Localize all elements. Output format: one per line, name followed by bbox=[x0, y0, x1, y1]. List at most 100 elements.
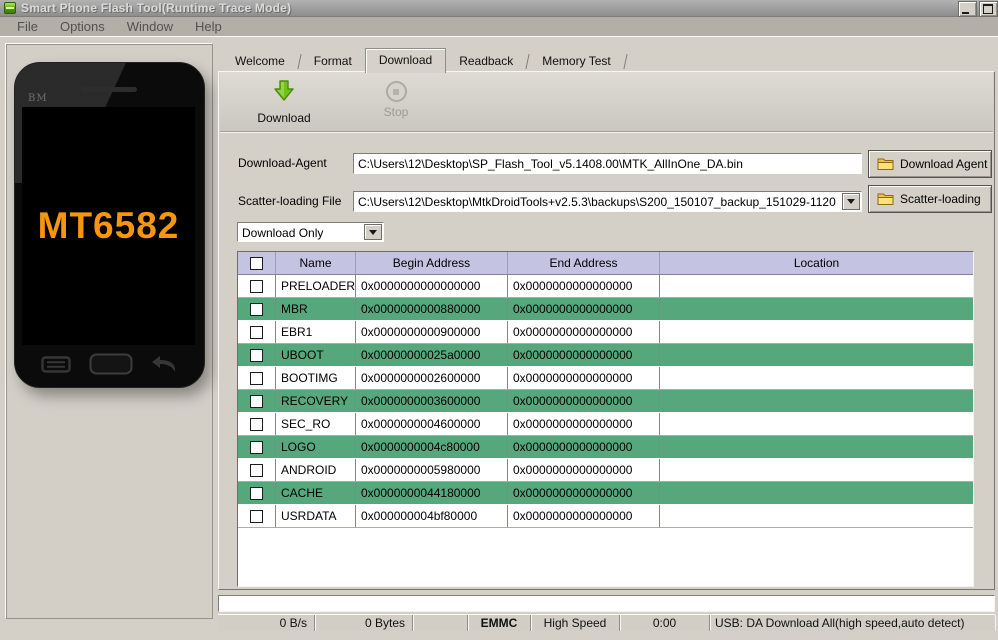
phone-speaker bbox=[81, 87, 137, 92]
status-bytes: 0 Bytes bbox=[315, 615, 413, 631]
download-agent-label: Download-Agent bbox=[238, 156, 327, 170]
location-cell[interactable] bbox=[660, 390, 973, 412]
column-header-begin-address[interactable]: Begin Address bbox=[356, 252, 508, 274]
location-cell[interactable] bbox=[660, 459, 973, 481]
row-checkbox[interactable] bbox=[250, 279, 263, 293]
location-cell[interactable] bbox=[660, 436, 973, 458]
download-arrow-icon bbox=[274, 80, 294, 101]
partition-name: LOGO bbox=[276, 436, 356, 458]
table-row[interactable]: CACHE 0x0000000044180000 0x0000000000000… bbox=[238, 482, 973, 505]
download-button[interactable]: Download bbox=[236, 79, 332, 125]
phone-brand-label: BM bbox=[28, 93, 48, 104]
end-address: 0x0000000000000000 bbox=[508, 505, 660, 527]
location-cell[interactable] bbox=[660, 482, 973, 504]
end-address: 0x0000000000000000 bbox=[508, 459, 660, 481]
end-address: 0x0000000000000000 bbox=[508, 390, 660, 412]
partition-table: Name Begin Address End Address Location … bbox=[237, 251, 974, 587]
app-icon bbox=[4, 2, 16, 14]
table-header-row: Name Begin Address End Address Location bbox=[238, 252, 973, 275]
download-mode-value: Download Only bbox=[242, 226, 324, 240]
stop-icon bbox=[385, 81, 407, 102]
begin-address: 0x0000000000000000 bbox=[356, 275, 508, 297]
status-link-speed: High Speed bbox=[531, 615, 620, 631]
location-cell[interactable] bbox=[660, 505, 973, 527]
scatter-file-combobox[interactable]: C:\Users\12\Desktop\MtkDroidTools+v2.5.3… bbox=[353, 191, 862, 212]
end-address: 0x0000000000000000 bbox=[508, 413, 660, 435]
row-checkbox[interactable] bbox=[250, 371, 263, 385]
table-row[interactable]: ANDROID 0x0000000005980000 0x00000000000… bbox=[238, 459, 973, 482]
device-preview-panel: BM MT6582 bbox=[6, 44, 213, 619]
table-row[interactable]: PRELOADER 0x0000000000000000 0x000000000… bbox=[238, 275, 973, 298]
row-checkbox[interactable] bbox=[250, 486, 263, 500]
row-checkbox[interactable] bbox=[250, 509, 263, 523]
phone-menu-icon bbox=[41, 355, 71, 373]
row-checkbox[interactable] bbox=[250, 325, 263, 339]
select-all-checkbox[interactable] bbox=[250, 256, 263, 270]
row-checkbox[interactable] bbox=[250, 463, 263, 477]
tab-separator bbox=[623, 54, 628, 69]
minimize-icon[interactable] bbox=[958, 1, 977, 17]
location-cell[interactable] bbox=[660, 413, 973, 435]
table-row[interactable]: SEC_RO 0x0000000004600000 0x000000000000… bbox=[238, 413, 973, 436]
tab-format[interactable]: Format bbox=[301, 51, 365, 72]
row-checkbox[interactable] bbox=[250, 348, 263, 362]
column-header-end-address[interactable]: End Address bbox=[508, 252, 660, 274]
tab-strip: Welcome Format Download Readback Memory … bbox=[222, 48, 628, 73]
row-checkbox[interactable] bbox=[250, 302, 263, 316]
scatter-loading-browse-button[interactable]: Scatter-loading bbox=[868, 185, 992, 213]
maximize-icon[interactable] bbox=[979, 1, 998, 17]
tab-memory-test[interactable]: Memory Test bbox=[529, 51, 623, 72]
menu-help[interactable]: Help bbox=[184, 19, 233, 34]
phone-home-button bbox=[89, 353, 132, 375]
partition-name: ANDROID bbox=[276, 459, 356, 481]
location-cell[interactable] bbox=[660, 367, 973, 389]
location-cell[interactable] bbox=[660, 298, 973, 320]
tab-download[interactable]: Download bbox=[364, 48, 447, 73]
scatter-dropdown-icon[interactable] bbox=[842, 193, 860, 210]
table-row[interactable]: MBR 0x0000000000880000 0x000000000000000… bbox=[238, 298, 973, 321]
menu-file[interactable]: File bbox=[6, 19, 49, 34]
table-row[interactable]: UBOOT 0x00000000025a0000 0x0000000000000… bbox=[238, 344, 973, 367]
table-row[interactable]: RECOVERY 0x0000000003600000 0x0000000000… bbox=[238, 390, 973, 413]
menu-options[interactable]: Options bbox=[49, 19, 116, 34]
tab-welcome[interactable]: Welcome bbox=[222, 51, 298, 72]
row-checkbox[interactable] bbox=[250, 440, 263, 454]
status-bar: 0 B/s 0 Bytes EMMC High Speed 0:00 USB: … bbox=[218, 614, 995, 631]
row-checkbox[interactable] bbox=[250, 417, 263, 431]
status-usb-mode: USB: DA Download All(high speed,auto det… bbox=[710, 615, 995, 631]
download-agent-input[interactable]: C:\Users\12\Desktop\SP_Flash_Tool_v5.140… bbox=[353, 153, 862, 174]
scatter-file-value: C:\Users\12\Desktop\MtkDroidTools+v2.5.3… bbox=[358, 195, 836, 209]
phone-back-icon bbox=[152, 356, 176, 372]
end-address: 0x0000000000000000 bbox=[508, 482, 660, 504]
begin-address: 0x0000000005980000 bbox=[356, 459, 508, 481]
location-cell[interactable] bbox=[660, 344, 973, 366]
table-row[interactable]: USRDATA 0x000000004bf80000 0x00000000000… bbox=[238, 505, 973, 528]
column-header-location[interactable]: Location bbox=[660, 252, 973, 274]
chipset-label: MT6582 bbox=[37, 205, 180, 246]
location-cell[interactable] bbox=[660, 275, 973, 297]
mode-dropdown-icon[interactable] bbox=[364, 224, 382, 240]
table-row[interactable]: EBR1 0x0000000000900000 0x00000000000000… bbox=[238, 321, 973, 344]
menu-window[interactable]: Window bbox=[116, 19, 184, 34]
tab-readback[interactable]: Readback bbox=[446, 51, 526, 72]
download-mode-combobox[interactable]: Download Only bbox=[237, 222, 384, 242]
end-address: 0x0000000000000000 bbox=[508, 275, 660, 297]
begin-address: 0x00000000025a0000 bbox=[356, 344, 508, 366]
end-address: 0x0000000000000000 bbox=[508, 436, 660, 458]
partition-name: RECOVERY bbox=[276, 390, 356, 412]
column-header-name[interactable]: Name bbox=[276, 252, 356, 274]
folder-icon bbox=[877, 158, 894, 170]
status-elapsed-time: 0:00 bbox=[620, 615, 710, 631]
download-button-label: Download bbox=[257, 111, 311, 125]
download-agent-browse-button[interactable]: Download Agent bbox=[868, 150, 992, 178]
status-speed: 0 B/s bbox=[218, 615, 315, 631]
progress-bar bbox=[218, 595, 995, 612]
phone-nav-buttons bbox=[15, 351, 204, 377]
download-tab-page: Download Stop Download-Agent C:\Users\12… bbox=[218, 71, 995, 590]
row-checkbox[interactable] bbox=[250, 394, 263, 408]
table-row[interactable]: LOGO 0x0000000004c80000 0x00000000000000… bbox=[238, 436, 973, 459]
location-cell[interactable] bbox=[660, 321, 973, 343]
table-row[interactable]: BOOTIMG 0x0000000002600000 0x00000000000… bbox=[238, 367, 973, 390]
end-address: 0x0000000000000000 bbox=[508, 298, 660, 320]
end-address: 0x0000000000000000 bbox=[508, 321, 660, 343]
